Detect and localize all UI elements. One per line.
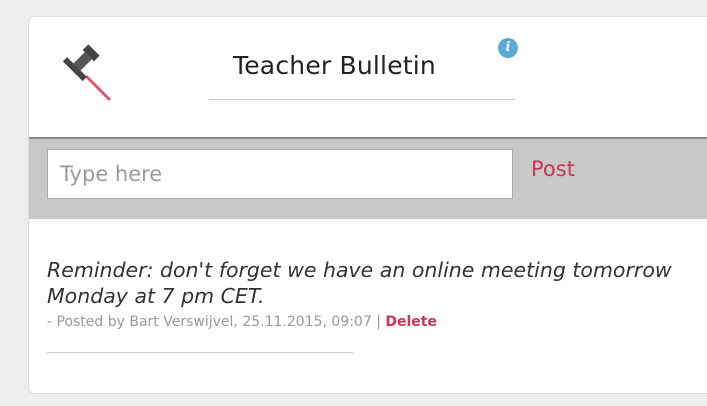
post-button[interactable]: Post (531, 157, 575, 181)
message-meta: - Posted by Bart Verswijvel, 25.11.2015,… (47, 314, 687, 330)
post-bar: Post (29, 137, 707, 219)
message-text: Reminder: don't forget we have an online… (47, 258, 672, 308)
info-icon[interactable]: i (498, 38, 518, 58)
delete-link[interactable]: Delete (385, 314, 437, 330)
bulletin-header: Teacher Bulletin i (29, 17, 707, 137)
title-underline: Teacher Bulletin i (209, 38, 518, 100)
message-input[interactable] (47, 149, 513, 199)
message-item: Reminder: don't forget we have an online… (47, 257, 687, 353)
page-title: Teacher Bulletin (233, 51, 436, 80)
bulletin-card: Teacher Bulletin i Post Reminder: don't … (28, 16, 707, 394)
push-pin-icon (62, 44, 111, 101)
message-author-line: - Posted by Bart Verswijvel, 25.11.2015,… (47, 314, 386, 330)
message-list: Reminder: don't forget we have an online… (47, 257, 687, 353)
message-divider (47, 352, 353, 353)
